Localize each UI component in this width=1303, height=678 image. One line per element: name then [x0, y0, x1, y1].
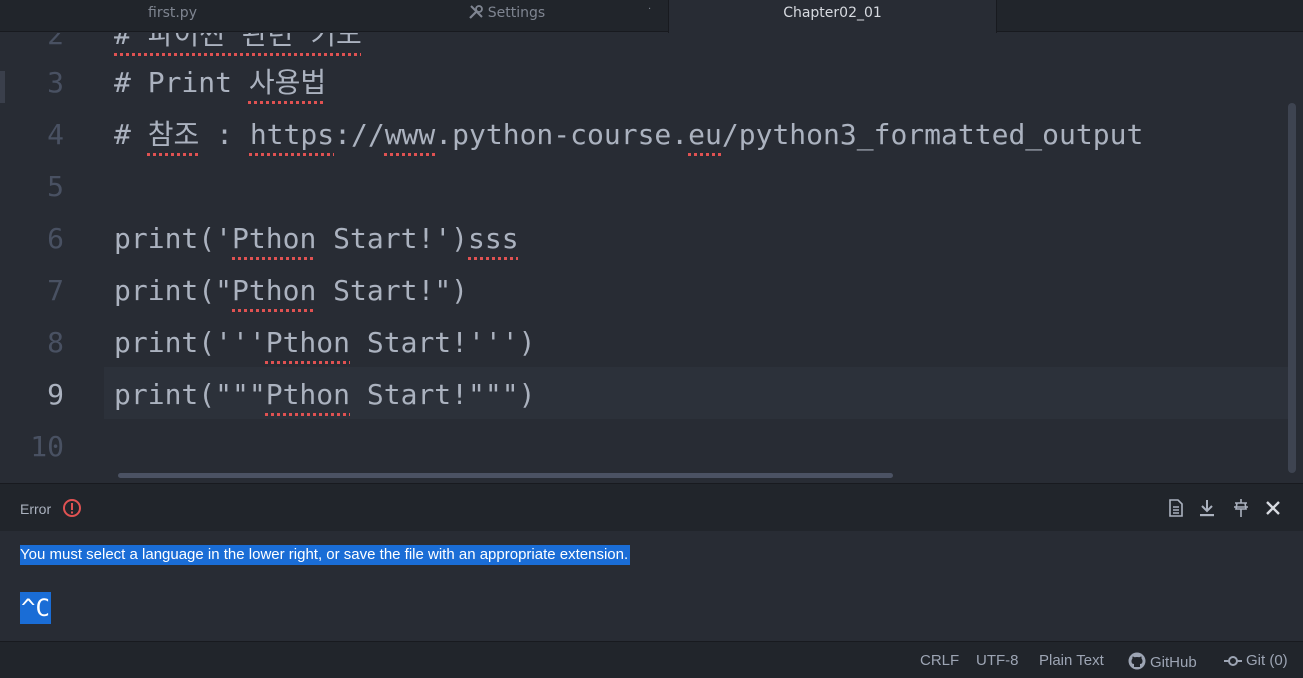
pin-icon[interactable] [1231, 498, 1251, 518]
tab-label: Settings [487, 5, 546, 21]
output-panel-body[interactable]: You must select a language in the lower … [0, 531, 1303, 641]
download-icon[interactable] [1197, 498, 1217, 518]
code-line: 5 [0, 161, 1303, 213]
status-bar: CRLF UTF-8 Plain Text GitHub Git (0) [0, 641, 1303, 678]
line-number: 9 [47, 378, 64, 411]
grammar-selector[interactable]: Plain Text [1039, 652, 1104, 669]
line-number: 3 [47, 66, 64, 99]
git-button[interactable]: Git (0) [1224, 652, 1288, 669]
panel-title: Error [20, 501, 52, 517]
error-icon [63, 499, 81, 517]
tools-icon [469, 5, 483, 19]
tab-label: first.py [148, 5, 197, 21]
encoding-selector[interactable]: UTF-8 [976, 652, 1019, 669]
code-text: print('Pthon Start!')sss [114, 222, 519, 255]
line-ending-selector[interactable]: CRLF [920, 652, 959, 669]
tab-chapter02-01[interactable]: Chapter02_01 [668, 0, 997, 33]
code-text: print('''Pthon Start!''') [114, 326, 536, 359]
code-text: print("Pthon Start!") [114, 274, 469, 307]
editor-window: first.py Settings · Chapter02_01 2 # 파이썬… [0, 0, 1303, 678]
tab-first-py[interactable]: first.py [0, 0, 345, 32]
line-number: 10 [30, 430, 64, 463]
horizontal-scrollbar[interactable] [118, 473, 893, 478]
code-line: 4 # 참조 : https://www.python-course.eu/py… [0, 109, 1303, 161]
close-icon[interactable] [1263, 498, 1283, 518]
line-number: 6 [47, 222, 64, 255]
output-panel-header: Error [0, 483, 1303, 531]
line-number: 4 [47, 118, 64, 151]
line-number: 5 [47, 170, 64, 203]
git-commit-icon [1224, 656, 1242, 666]
error-message: You must select a language in the lower … [20, 545, 631, 565]
line-number: 8 [47, 326, 64, 359]
code-line: 8 print('''Pthon Start!''') [0, 317, 1303, 369]
interrupt-output: ^C [20, 592, 51, 624]
code-line: 6 print('Pthon Start!')sss [0, 213, 1303, 265]
code-text: print("""Pthon Start!""") [114, 378, 536, 411]
tab-settings[interactable]: Settings [345, 0, 668, 32]
github-button[interactable]: GitHub [1128, 652, 1197, 671]
code-editor[interactable]: 2 # 파이썬 관련 키노 3 # Print 사용법 4 # 참조 : htt… [0, 33, 1303, 483]
tab-modified-dot: · [648, 4, 652, 15]
code-line: 10 [0, 421, 1303, 473]
github-icon [1128, 652, 1146, 670]
code-line-active: 9 print("""Pthon Start!""") [0, 369, 1303, 421]
line-number: 7 [47, 274, 64, 307]
vertical-scrollbar[interactable] [1288, 103, 1296, 473]
code-line: 7 print("Pthon Start!") [0, 265, 1303, 317]
github-label: GitHub [1150, 654, 1197, 671]
code-text: # 참조 : https://www.python-course.eu/pyth… [114, 118, 1144, 151]
tab-label: Chapter02_01 [783, 5, 882, 21]
git-label: Git (0) [1246, 652, 1288, 669]
code-line: 3 # Print 사용법 [0, 57, 1303, 109]
document-icon[interactable] [1166, 498, 1186, 518]
tab-bar: first.py Settings · Chapter02_01 [0, 0, 1303, 33]
code-text: # Print 사용법 [114, 66, 327, 99]
